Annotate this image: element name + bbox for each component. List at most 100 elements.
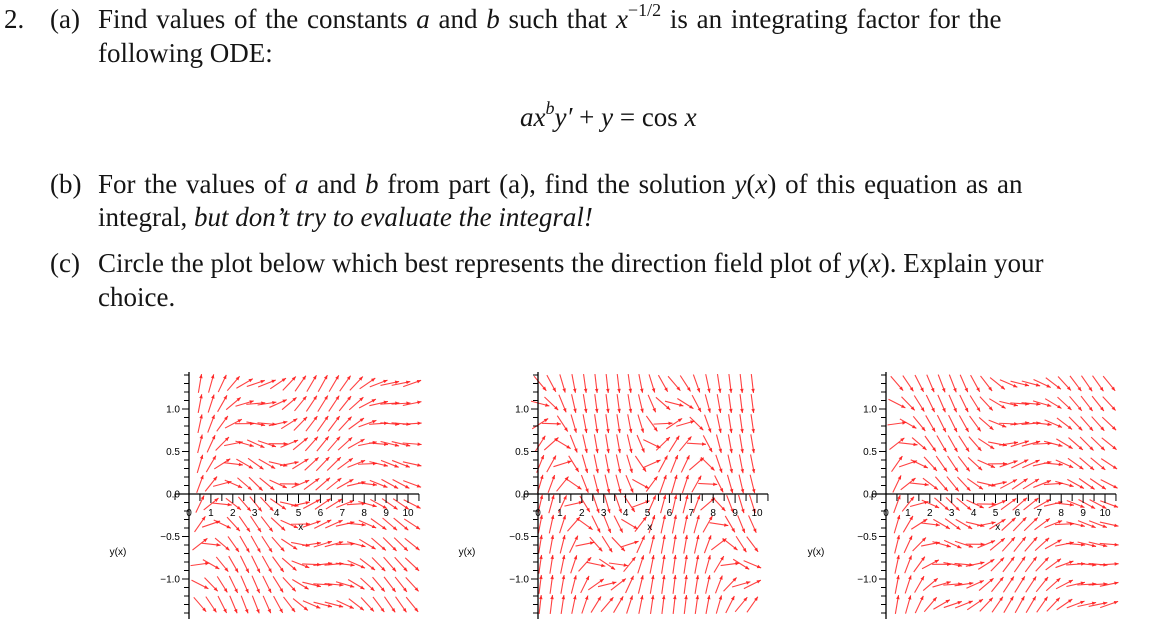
field-arrow bbox=[913, 537, 926, 551]
field-arrow bbox=[729, 374, 733, 393]
field-arrow bbox=[566, 479, 582, 490]
field-arrow bbox=[671, 455, 678, 473]
x-tick-label: 0 bbox=[883, 508, 889, 519]
field-arrow bbox=[406, 577, 419, 591]
field-arrow bbox=[229, 556, 239, 572]
field-arrow bbox=[692, 395, 701, 412]
field-arrow bbox=[396, 597, 407, 613]
field-arrow bbox=[957, 498, 972, 510]
field-arrow bbox=[925, 436, 936, 451]
field-arrow bbox=[195, 516, 206, 532]
field-arrow bbox=[894, 515, 900, 533]
field-arrow bbox=[217, 416, 228, 431]
field-arrow bbox=[281, 419, 297, 429]
field-arrow bbox=[694, 515, 700, 533]
field-arrow bbox=[635, 456, 646, 472]
field-arrow bbox=[1100, 562, 1119, 566]
field-arrow bbox=[948, 456, 959, 472]
field-arrow bbox=[643, 440, 660, 448]
y-tick-label: −1.0 bbox=[160, 575, 180, 586]
field-arrow bbox=[325, 541, 343, 547]
field-arrow bbox=[710, 523, 729, 527]
x-tick-label: 4 bbox=[274, 508, 280, 519]
field-arrow bbox=[282, 558, 296, 570]
field-arrow bbox=[602, 536, 612, 552]
field-arrow bbox=[948, 435, 957, 452]
field-arrow bbox=[302, 542, 321, 546]
field-arrow bbox=[1044, 463, 1063, 467]
field-arrow bbox=[751, 414, 755, 433]
x-tick-label: 1 bbox=[557, 508, 563, 519]
field-arrow bbox=[661, 515, 666, 534]
field-arrow bbox=[1037, 597, 1048, 613]
field-arrow bbox=[681, 455, 689, 472]
field-arrow bbox=[251, 536, 260, 553]
field-arrow bbox=[236, 400, 254, 406]
field-arrow bbox=[588, 579, 604, 590]
field-arrow bbox=[714, 556, 724, 572]
field-arrow bbox=[740, 434, 744, 453]
field-arrow bbox=[913, 416, 925, 431]
field-arrow bbox=[606, 374, 610, 393]
field-arrow bbox=[594, 434, 598, 453]
field-arrow bbox=[539, 595, 543, 614]
field-arrow bbox=[605, 455, 610, 474]
x-tick-label: 4 bbox=[623, 508, 629, 519]
field-arrow bbox=[706, 575, 711, 594]
field-arrow bbox=[606, 414, 610, 433]
x-tick-label: 2 bbox=[927, 508, 933, 519]
field-arrow bbox=[280, 461, 299, 466]
field-arrow bbox=[1093, 376, 1104, 392]
field-arrow bbox=[347, 523, 366, 527]
field-arrow bbox=[747, 537, 758, 552]
field-arrow bbox=[980, 397, 993, 411]
field-arrow bbox=[197, 455, 203, 473]
field-arrow bbox=[227, 517, 240, 531]
field-arrow bbox=[569, 456, 579, 472]
field-arrow bbox=[1057, 418, 1072, 430]
field-arrow bbox=[705, 415, 712, 433]
field-arrow bbox=[581, 475, 588, 493]
field-arrow bbox=[548, 475, 555, 493]
field-arrow bbox=[751, 455, 756, 474]
field-arrow bbox=[1044, 441, 1062, 447]
field-arrow bbox=[977, 482, 996, 487]
field-arrow bbox=[888, 421, 907, 425]
field-arrow bbox=[1004, 596, 1014, 612]
field-arrow bbox=[539, 535, 543, 554]
field-arrow bbox=[269, 421, 288, 426]
field-arrow bbox=[936, 456, 947, 472]
y-tick-label: 0.0 bbox=[863, 490, 877, 501]
field-arrow bbox=[282, 397, 297, 409]
field-arrow bbox=[227, 376, 239, 390]
field-arrow bbox=[582, 596, 589, 614]
field-arrow bbox=[959, 415, 968, 432]
field-arrow bbox=[895, 595, 899, 614]
x-axis-label: x bbox=[995, 522, 1000, 533]
field-arrow bbox=[304, 478, 319, 489]
field-arrow bbox=[638, 415, 644, 433]
field-arrow bbox=[648, 395, 656, 412]
field-arrow bbox=[933, 600, 949, 610]
field-arrow bbox=[967, 479, 983, 490]
field-arrow bbox=[937, 436, 947, 452]
field-arrow bbox=[554, 439, 570, 449]
field-arrow bbox=[547, 375, 556, 392]
field-arrow bbox=[239, 516, 250, 532]
field-arrow bbox=[349, 397, 363, 410]
field-arrow bbox=[628, 374, 632, 393]
field-arrow bbox=[209, 374, 215, 392]
field-arrow bbox=[576, 541, 595, 546]
field-arrow bbox=[617, 414, 621, 433]
field-arrow bbox=[230, 596, 237, 614]
field-arrow bbox=[673, 535, 677, 554]
field-arrow bbox=[338, 458, 353, 469]
field-arrow bbox=[627, 595, 633, 613]
field-arrow bbox=[988, 481, 1007, 486]
field-arrow bbox=[662, 575, 666, 594]
field-arrow bbox=[1055, 503, 1074, 507]
field-arrow bbox=[617, 434, 621, 453]
field-arrow bbox=[202, 543, 221, 547]
field-arrow bbox=[614, 596, 624, 612]
field-arrow bbox=[617, 394, 621, 413]
